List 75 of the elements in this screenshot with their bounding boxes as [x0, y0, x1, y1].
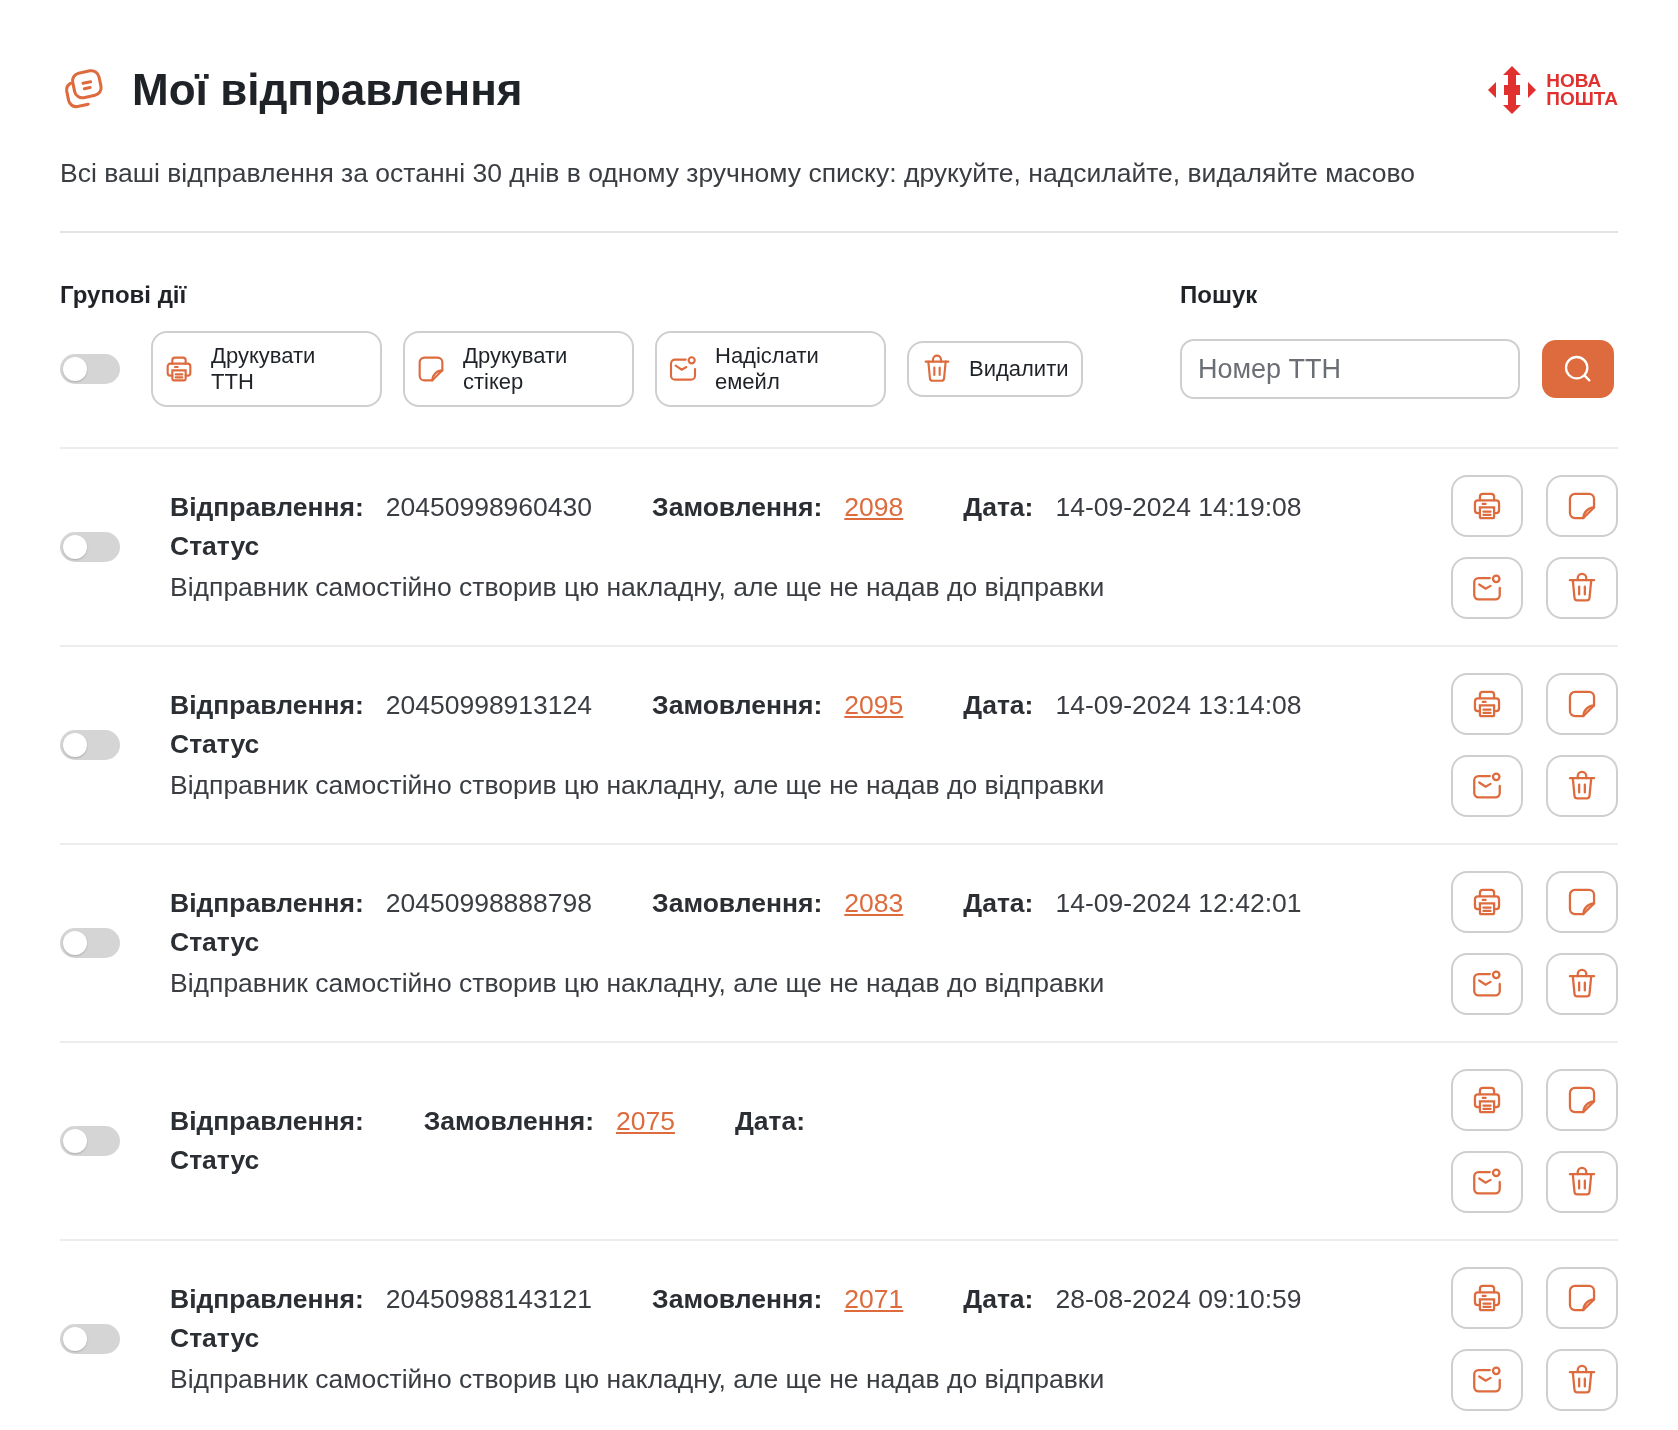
field-label: Дата: — [963, 887, 1034, 919]
order-link[interactable]: 2071 — [844, 1283, 904, 1315]
email-button[interactable] — [1451, 953, 1523, 1015]
field-label: Замовлення: — [652, 491, 823, 523]
field-label: Відправлення: — [170, 689, 364, 721]
field-label: Відправлення: — [170, 491, 364, 523]
status-text: Відправник самостійно створив цю накладну, але ще не надав до відправки — [170, 967, 1106, 999]
field-label: Замовлення: — [652, 887, 823, 919]
field-label: Статус — [170, 728, 261, 760]
status-text: Відправник самостійно створив цю накладну, але ще не надав до відправки — [170, 1363, 1106, 1395]
toggle-switch[interactable] — [60, 354, 120, 384]
shipment-number: 20450998960430 — [385, 491, 593, 523]
email-button[interactable]: Надіслати емейл — [655, 331, 886, 407]
field-label: Замовлення: — [423, 1106, 594, 1137]
sticker-button[interactable] — [1546, 475, 1618, 537]
brand-name: НОВА ПОШТА — [1546, 72, 1618, 108]
sticker-button[interactable]: Друкувати стікер — [403, 331, 634, 407]
field-label: Статус — [170, 530, 261, 562]
toggle-switch[interactable] — [60, 928, 120, 958]
field-label: Відправлення: — [170, 1106, 364, 1137]
email-button[interactable] — [1451, 755, 1523, 817]
search-button[interactable] — [1542, 340, 1614, 398]
field-label: Дата: — [963, 689, 1034, 721]
field-label: Статус — [170, 926, 261, 958]
toggle-switch[interactable] — [60, 1324, 120, 1354]
date-value: 28-08-2024 09:10:59 — [1055, 1283, 1302, 1315]
toggle-switch[interactable] — [60, 532, 120, 562]
field-label: Дата: — [963, 1283, 1034, 1315]
email-button[interactable] — [1451, 1151, 1523, 1213]
field-label: Замовлення: — [652, 689, 823, 721]
shipment-number: 20450988143121 — [385, 1283, 593, 1315]
print-button[interactable] — [1451, 475, 1523, 537]
email-button[interactable] — [1451, 1349, 1523, 1411]
sticker-button[interactable] — [1546, 673, 1618, 735]
date-value: 14-09-2024 12:42:01 — [1055, 887, 1302, 919]
print-button[interactable] — [1451, 1267, 1523, 1329]
section-heading: Пошук — [1180, 281, 1259, 309]
print-button[interactable] — [1451, 1069, 1523, 1131]
delete-button[interactable] — [1546, 1349, 1618, 1411]
order-link[interactable]: 2098 — [844, 491, 904, 523]
status-text: Відправник самостійно створив цю накладну, але ще не надав до відправки — [170, 769, 1106, 801]
delete-button[interactable] — [1546, 953, 1618, 1015]
order-link[interactable]: 2095 — [844, 689, 904, 721]
section-heading: Групові дії — [60, 281, 188, 309]
page-subtitle: Всі ваші відправлення за останні 30 днів в одному зручному списку: друкуйте, надсилайте, видаляйте масово — [60, 158, 1416, 189]
print-button[interactable] — [1451, 673, 1523, 735]
email-button[interactable] — [1451, 557, 1523, 619]
status-text: Відправник самостійно створив цю накладну, але ще не надав до відправки — [170, 571, 1106, 603]
delete-button[interactable]: Видалити — [907, 341, 1083, 397]
page-title: Мої відправлення — [132, 65, 523, 115]
sticker-button[interactable] — [1546, 1267, 1618, 1329]
print-button[interactable] — [1451, 871, 1523, 933]
field-label: Статус — [170, 1322, 261, 1354]
field-label: Замовлення: — [652, 1283, 823, 1315]
field-label: Дата: — [734, 1106, 806, 1137]
field-label: Відправлення: — [170, 887, 364, 919]
field-label: Відправлення: — [170, 1283, 364, 1315]
toggle-switch[interactable] — [60, 1126, 120, 1156]
search-field[interactable]: Номер ТТН — [1180, 339, 1520, 399]
date-value: 14-09-2024 14:19:08 — [1055, 491, 1302, 523]
delete-button[interactable] — [1546, 557, 1618, 619]
print-button[interactable]: Друкувати ТТН — [151, 331, 382, 407]
sticker-button[interactable] — [1546, 871, 1618, 933]
delete-button[interactable] — [1546, 1151, 1618, 1213]
field-label: Дата: — [963, 491, 1034, 523]
toggle-switch[interactable] — [60, 730, 120, 760]
brand-logo-icon — [1486, 64, 1539, 116]
order-link[interactable]: 2075 — [615, 1106, 675, 1137]
date-value: 14-09-2024 13:14:08 — [1055, 689, 1302, 721]
field-label: Статус — [170, 1145, 261, 1176]
shipment-number: 20450998888798 — [385, 887, 593, 919]
order-link[interactable]: 2083 — [844, 887, 904, 919]
shipment-number: 20450998913124 — [385, 689, 593, 721]
sticker-button[interactable] — [1546, 1069, 1618, 1131]
delete-button[interactable] — [1546, 755, 1618, 817]
